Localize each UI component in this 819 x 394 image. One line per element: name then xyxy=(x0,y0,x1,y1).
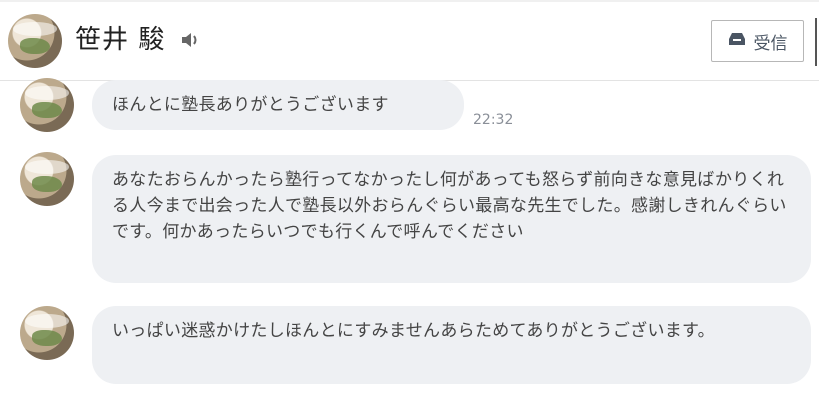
inbox-icon xyxy=(728,31,746,52)
message-bubble: あなたおらんかったら塾行ってなかったし何があっても怒らず前向きな意見ばかりくれる… xyxy=(92,155,811,283)
contact-name: 笹井 駿 xyxy=(75,25,166,55)
message-avatar[interactable] xyxy=(20,306,74,360)
top-divider xyxy=(0,0,819,2)
message-bubble: いっぱい迷惑かけたしほんとにすみませんあらためてありがとうございます。 xyxy=(92,306,811,384)
contact-avatar[interactable] xyxy=(8,14,62,68)
inbox-label: 受信 xyxy=(753,33,788,54)
message-bubble: ほんとに塾長ありがとうございます xyxy=(92,80,464,130)
message-text: ほんとに塾長ありがとうございます xyxy=(112,95,389,115)
message-avatar[interactable] xyxy=(20,78,74,132)
message-time: 22:32 xyxy=(473,112,514,128)
message-text: いっぱい迷惑かけたしほんとにすみませんあらためてありがとうございます。 xyxy=(112,321,715,341)
speaker-icon[interactable] xyxy=(180,30,202,50)
message-avatar[interactable] xyxy=(20,152,74,206)
message-text: あなたおらんかったら塾行ってなかったし何があっても怒らず前向きな意見ばかりくれる… xyxy=(112,170,787,242)
chat-header: 笹井 駿 受信 xyxy=(0,0,819,81)
window-edge xyxy=(815,18,817,66)
inbox-button[interactable]: 受信 xyxy=(711,20,804,62)
